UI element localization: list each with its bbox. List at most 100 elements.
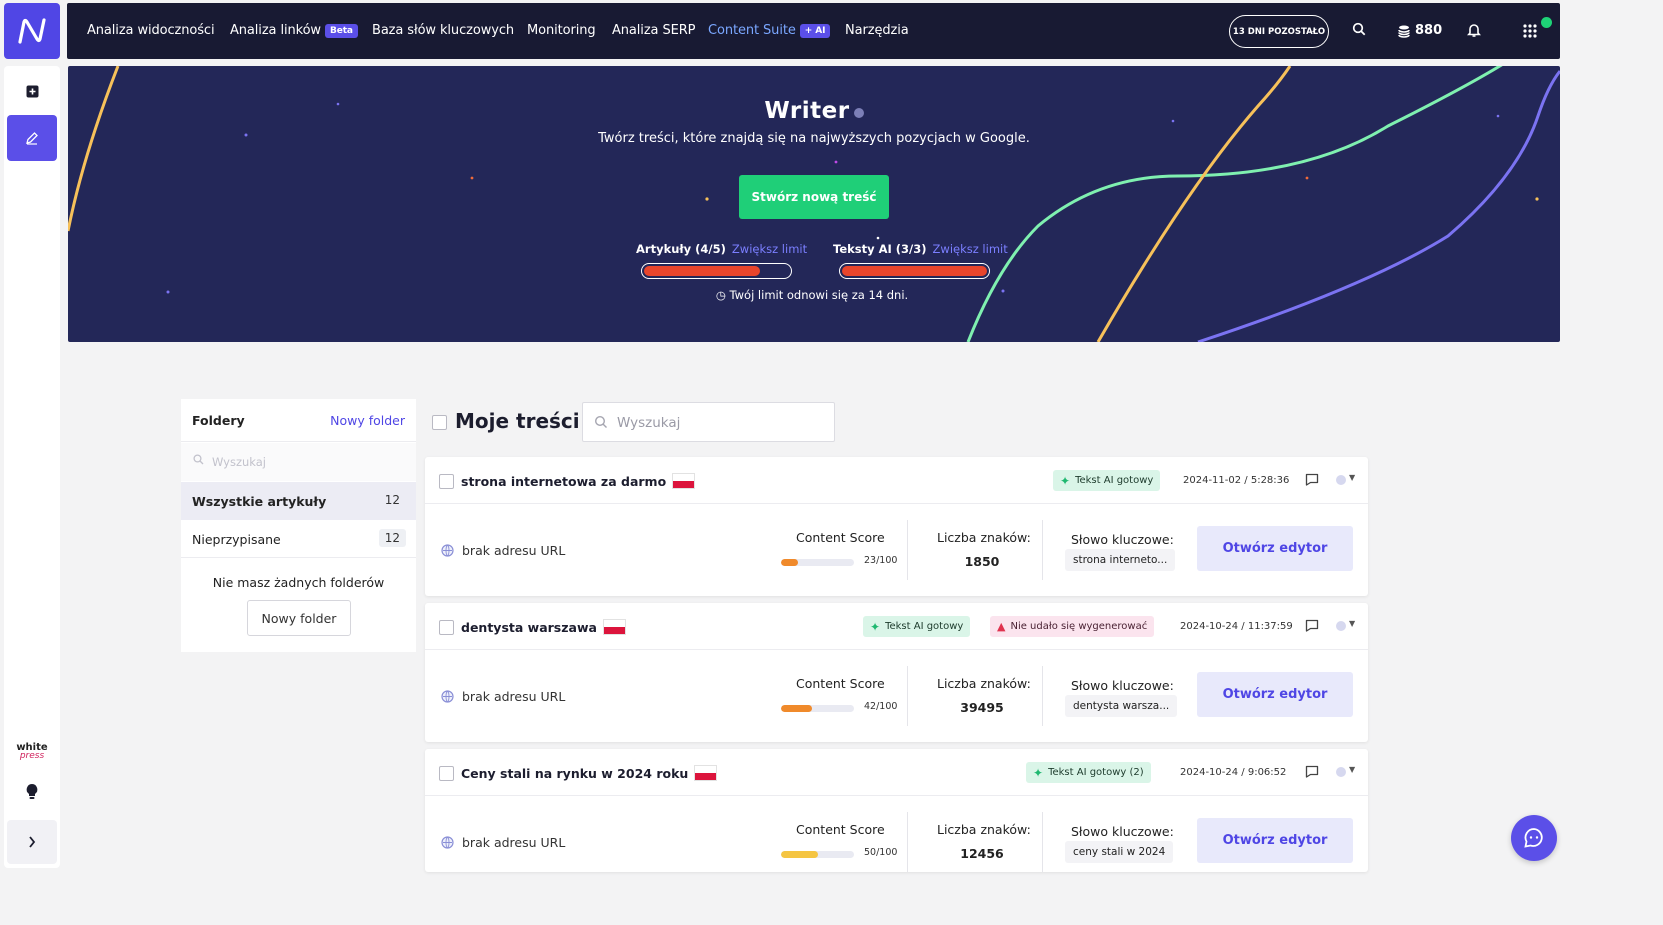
ai-ready-tag: ✦ Tekst AI gotowy xyxy=(1053,470,1161,491)
pencil-icon xyxy=(26,132,38,145)
url-label: brak adresu URL xyxy=(462,835,566,850)
chat-bubble-icon xyxy=(1524,828,1543,848)
add-button[interactable] xyxy=(7,68,57,114)
folders-title: Foldery xyxy=(192,413,245,428)
content-card[interactable]: Ceny stali na rynku w 2024 roku ✦ Tekst A… xyxy=(425,749,1368,872)
content-score-label: Content Score xyxy=(796,822,885,837)
no-folders-text: Nie masz żadnych folderów xyxy=(212,575,385,590)
whitepress-logo[interactable]: white press xyxy=(12,743,52,761)
create-content-button[interactable]: Stwórz nową treść xyxy=(739,175,889,219)
content-search xyxy=(582,402,835,442)
left-sidebar: white press xyxy=(4,66,60,868)
chevron-right-icon xyxy=(29,836,36,848)
card-checkbox[interactable] xyxy=(439,474,454,489)
chevron-down-icon[interactable]: ▼ xyxy=(1349,765,1355,774)
increase-limit-link-ai[interactable]: Zwiększ limit xyxy=(933,242,1008,256)
nav-narzedzia[interactable]: Narzędzia xyxy=(845,23,909,38)
info-icon[interactable] xyxy=(853,108,864,118)
open-editor-button[interactable]: Otwórz edytor xyxy=(1197,526,1353,571)
ai-ready-tag: ✦ Tekst AI gotowy (2) xyxy=(1026,762,1151,783)
nav-baza-slow[interactable]: Baza słów kluczowych xyxy=(372,23,514,38)
chat-button[interactable] xyxy=(1511,815,1557,861)
divider xyxy=(907,666,908,726)
comment-icon[interactable] xyxy=(1305,473,1319,486)
chars-value: 39495 xyxy=(960,700,1004,715)
keyword-chip: strona interneto... xyxy=(1065,549,1176,571)
folder-count: 12 xyxy=(384,493,400,507)
sparkle-icon: ✦ xyxy=(870,619,881,634)
chars-value: 12456 xyxy=(960,846,1004,861)
search-icon[interactable] xyxy=(1352,22,1366,36)
expand-sidebar-button[interactable] xyxy=(7,820,57,864)
status-dot[interactable] xyxy=(1336,475,1346,485)
apps-grid-icon[interactable] xyxy=(1523,24,1537,38)
card-header: Ceny stali na rynku w 2024 roku ✦ Tekst A… xyxy=(425,749,1368,796)
card-checkbox[interactable] xyxy=(439,620,454,635)
card-title[interactable]: dentysta warszawa xyxy=(461,619,626,635)
poland-flag-icon xyxy=(602,619,626,635)
keyword-chip: dentysta warsza... xyxy=(1065,695,1178,717)
content-score-bar xyxy=(781,705,854,712)
content-score-fill xyxy=(781,851,818,858)
logo-n-icon xyxy=(18,18,46,44)
card-date: 2024-10-24 / 9:06:52 xyxy=(1180,767,1287,778)
card-title[interactable]: Ceny stali na rynku w 2024 roku xyxy=(461,765,718,781)
folder-unassigned[interactable]: Nieprzypisane 12 xyxy=(181,520,416,558)
beta-badge: Beta xyxy=(324,24,358,38)
comment-icon[interactable] xyxy=(1305,619,1319,632)
credits-value: 880 xyxy=(1415,23,1443,38)
generation-failed-tag: ▲ Nie udało się wygenerować xyxy=(990,616,1155,637)
new-folder-link[interactable]: Nowy folder xyxy=(330,413,405,428)
bell-icon[interactable] xyxy=(1467,22,1481,38)
content-score-bar xyxy=(781,559,854,566)
globe-icon xyxy=(441,836,454,849)
status-dot[interactable] xyxy=(1336,767,1346,777)
content-card[interactable]: dentysta warszawa ✦ Tekst AI gotowy ▲ Nie u… xyxy=(425,603,1368,742)
content-card[interactable]: strona internetowa za darmo ✦ Tekst AI go… xyxy=(425,457,1368,596)
divider xyxy=(1042,666,1043,726)
content-search-input[interactable] xyxy=(617,412,817,434)
whitepress-logo-sub: press xyxy=(19,751,45,761)
articles-limit-fill xyxy=(644,266,760,276)
open-editor-button[interactable]: Otwórz edytor xyxy=(1197,818,1353,863)
coins-icon xyxy=(1398,25,1410,38)
new-folder-button[interactable]: Nowy folder xyxy=(247,600,351,636)
status-dot[interactable] xyxy=(1336,621,1346,631)
content-score-label: Content Score xyxy=(796,530,885,545)
keyword-chip: ceny stali w 2024 xyxy=(1065,841,1174,863)
folder-all-articles[interactable]: Wszystkie artykuły 12 xyxy=(181,482,416,520)
nav-analiza-linkow[interactable]: Analiza linków Beta xyxy=(230,23,358,38)
chevron-down-icon[interactable]: ▼ xyxy=(1349,619,1355,628)
nav-analiza-widocznosci[interactable]: Analiza widoczności xyxy=(87,23,215,38)
url-label: brak adresu URL xyxy=(462,543,566,558)
comment-icon[interactable] xyxy=(1305,765,1319,778)
articles-limit-bar xyxy=(641,263,792,279)
open-editor-button[interactable]: Otwórz edytor xyxy=(1197,672,1353,717)
divider xyxy=(907,520,908,580)
writer-hero: Writer Twórz treści, które znajdą się na… xyxy=(68,66,1560,342)
card-header: strona internetowa za darmo ✦ Tekst AI go… xyxy=(425,457,1368,504)
card-title[interactable]: strona internetowa za darmo xyxy=(461,473,696,489)
limit-reset-note: ◷ Twój limit odnowi się za 14 dni. xyxy=(715,288,909,302)
folder-label: Nieprzypisane xyxy=(192,532,281,547)
folders-search[interactable]: Wyszukaj xyxy=(181,443,416,481)
writer-nav-button[interactable] xyxy=(7,115,57,161)
nav-content-suite[interactable]: Content Suite + AI xyxy=(708,23,831,38)
increase-limit-link[interactable]: Zwiększ limit xyxy=(732,242,807,256)
nav-analiza-serp[interactable]: Analiza SERP xyxy=(612,23,695,38)
hero-subtitle: Twórz treści, które znajdą się na najwyż… xyxy=(598,131,1030,146)
content-score-bar xyxy=(781,851,854,858)
card-header: dentysta warszawa ✦ Tekst AI gotowy ▲ Nie u… xyxy=(425,603,1368,650)
ai-ready-tag: ✦ Tekst AI gotowy xyxy=(863,616,971,637)
history-icon: ◷ xyxy=(715,288,730,302)
select-all-checkbox[interactable] xyxy=(432,415,447,430)
app-logo[interactable] xyxy=(4,3,60,59)
chars-label: Liczba znaków: xyxy=(937,676,1031,691)
trial-days-pill[interactable]: 13 DNI POZOSTAŁO xyxy=(1229,15,1329,48)
nav-monitoring[interactable]: Monitoring xyxy=(527,23,596,38)
card-checkbox[interactable] xyxy=(439,766,454,781)
divider xyxy=(1042,520,1043,580)
ideas-button[interactable] xyxy=(7,769,57,815)
credits-counter[interactable]: 880 xyxy=(1397,23,1442,38)
chevron-down-icon[interactable]: ▼ xyxy=(1349,473,1355,482)
